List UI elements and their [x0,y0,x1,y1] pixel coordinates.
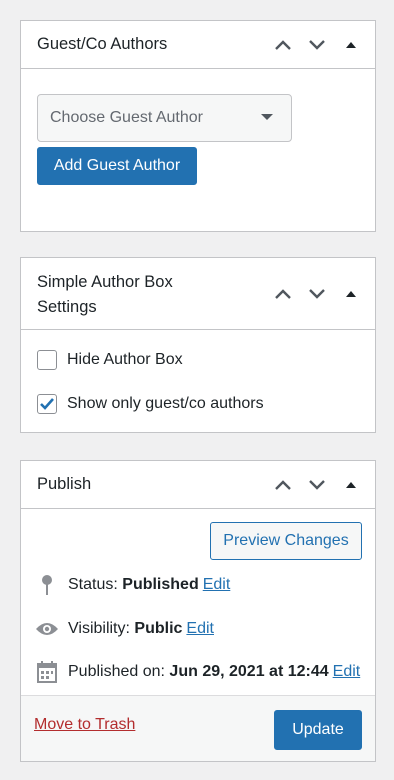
guest-author-select[interactable]: Choose Guest Author [37,94,292,142]
panel-header: Simple Author Box Settings [21,258,375,330]
visibility-value: Public [134,620,183,637]
preview-changes-button[interactable]: Preview Changes [210,522,362,560]
edit-date-link[interactable]: Edit [333,663,361,681]
hide-author-box-option[interactable]: Hide Author Box [37,350,183,370]
publish-actions: Move to Trash Update [21,695,375,761]
move-up-icon[interactable] [267,278,299,310]
edit-visibility-link[interactable]: Edit [186,620,214,638]
chevron-down-icon [261,114,273,120]
update-button[interactable]: Update [274,710,362,750]
panel-header: Guest/Co Authors [21,21,375,69]
panel-controls [267,278,367,310]
option-label: Hide Author Box [67,351,183,368]
select-value: Choose Guest Author [50,109,203,126]
author-box-settings-panel: Simple Author Box Settings Hide Author B… [20,257,376,433]
published-date-row: Published on: Jun 29, 2021 at 12:44 Edit [34,660,360,684]
hide-author-box-checkbox[interactable] [37,350,57,370]
panel-controls [267,29,367,61]
move-up-icon[interactable] [267,469,299,501]
show-guest-authors-option[interactable]: Show only guest/co authors [37,394,264,414]
visibility-row: Visibility: Public Edit [34,617,214,641]
collapse-toggle-icon[interactable] [335,278,367,310]
option-label: Show only guest/co authors [67,395,264,412]
published-label: Published on: [68,663,165,680]
panel-title: Simple Author Box Settings [21,268,173,320]
panel-controls [267,469,367,501]
visibility-label: Visibility: [68,620,130,637]
move-down-icon[interactable] [301,469,333,501]
status-value: Published [122,576,199,593]
add-guest-author-button[interactable]: Add Guest Author [37,147,197,185]
panel-title-line2: Settings [37,297,97,316]
status-row: Status: Published Edit [34,573,230,597]
eye-icon [34,617,60,641]
panel-header: Publish [21,461,375,509]
edit-status-link[interactable]: Edit [203,576,231,594]
pin-icon [34,573,60,597]
move-to-trash-link[interactable]: Move to Trash [34,716,135,734]
status-label: Status: [68,576,118,593]
move-down-icon[interactable] [301,29,333,61]
checkmark-icon [40,398,54,410]
collapse-toggle-icon[interactable] [335,29,367,61]
move-up-icon[interactable] [267,29,299,61]
guest-authors-panel: Guest/Co Authors Choose Guest Author Add… [20,20,376,232]
calendar-icon [34,660,60,684]
show-guest-authors-checkbox[interactable] [37,394,57,414]
panel-title-line1: Simple Author Box [37,272,173,291]
publish-panel: Publish Preview Changes Status: Publishe… [20,460,376,762]
move-down-icon[interactable] [301,278,333,310]
published-value: Jun 29, 2021 at 12:44 [169,663,329,680]
collapse-toggle-icon[interactable] [335,469,367,501]
panel-title: Guest/Co Authors [37,35,168,53]
panel-title: Publish [37,475,92,493]
